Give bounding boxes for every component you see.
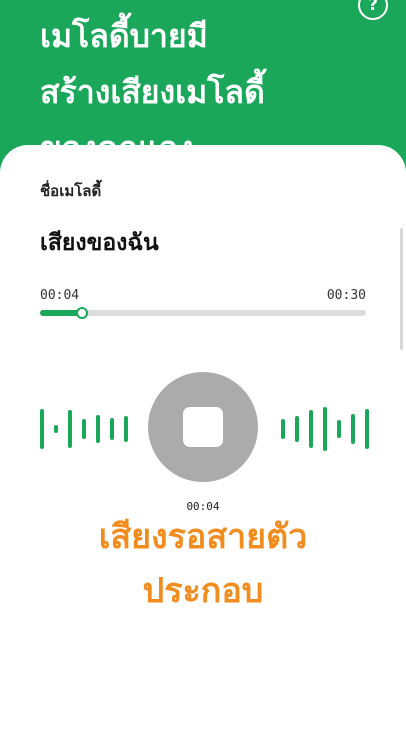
stop-icon [183, 407, 223, 447]
help-icon[interactable]: ? [358, 0, 388, 20]
wave-bar [124, 416, 128, 442]
wave-bar [82, 419, 86, 439]
progress-knob[interactable] [76, 307, 89, 319]
waveform-right [281, 407, 369, 451]
wave-bar [351, 414, 355, 444]
wave-bar [323, 407, 327, 451]
wave-bar [365, 409, 369, 449]
wave-bar [54, 425, 58, 433]
melody-name: เสียงของฉัน [40, 230, 159, 256]
scroll-indicator[interactable] [400, 228, 403, 350]
waveform-left [40, 407, 128, 451]
wave-bar [96, 415, 100, 443]
overlay-caption: เสียงรอสายตัว ประกอบ [98, 517, 308, 611]
wave-bar [68, 410, 72, 448]
wave-bar [295, 416, 299, 442]
elapsed-time: 00:04 [40, 288, 80, 303]
total-time: 00:30 [326, 288, 366, 303]
wave-bar [110, 418, 114, 440]
wave-bar [309, 410, 313, 448]
wave-bar [281, 419, 285, 439]
melody-sheet: ชื่อเมโลดี้ เสียงของฉัน 00:04 00:30 00:0… [0, 145, 406, 735]
wave-bar [40, 409, 44, 449]
progress-track[interactable] [40, 307, 366, 319]
stop-button[interactable] [148, 372, 258, 482]
wave-bar [337, 420, 341, 438]
melody-name-label: ชื่อเมโลดี้ [40, 182, 102, 200]
